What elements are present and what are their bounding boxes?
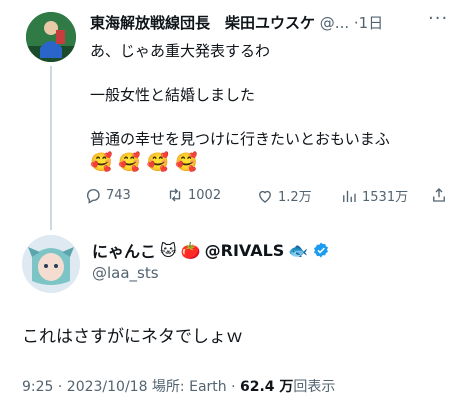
reply-name-suffix: @RIVALS — [204, 240, 285, 260]
thread-line — [50, 66, 52, 230]
reply-avatar[interactable] — [22, 235, 80, 293]
timestamp-location[interactable]: 9:25 · 2023/10/18 場所: Earth · — [22, 379, 240, 395]
parent-text-line — [90, 62, 390, 84]
parent-display-name[interactable]: 東海解放戦線団長 柴田ユウスケ — [90, 14, 315, 32]
emoji-row: 🥰 🥰 🥰 🥰 — [90, 152, 198, 174]
smiling-hearts-emoji: 🥰 — [118, 152, 141, 173]
like-icon — [259, 190, 271, 203]
smiling-hearts-emoji: 🥰 — [146, 152, 170, 173]
retweet-button[interactable]: 1002 — [166, 186, 221, 204]
reply-display-name[interactable]: にゃんこ 🐱 🍅 @RIVALS 🐟 — [92, 238, 330, 262]
smiling-hearts-emoji: 🥰 — [90, 152, 113, 173]
parent-text-line: 普通の幸せを見つけに行きたいとおもいまふ — [90, 130, 390, 148]
cat-emoji: 🐱 — [160, 240, 177, 260]
tweet-metadata: 9:25 · 2023/10/18 場所: Earth · 62.4 万回表示 — [22, 376, 335, 396]
reply-name-text: にゃんこ — [92, 242, 157, 261]
parent-text: あ、じゃあ重大発表するわ 一般女性と結婚しました 普通の幸せを見つけに行きたいと… — [90, 40, 390, 150]
like-count: 1.2万 — [278, 190, 312, 205]
views-label: 回表示 — [293, 379, 336, 395]
reply-handle[interactable]: @laa_sts — [92, 264, 159, 282]
parent-time[interactable]: 1日 — [359, 14, 384, 32]
retweet-count: 1002 — [188, 187, 222, 203]
views-number: 62.4 万 — [240, 379, 294, 395]
reply-text: これはさすがにネタでしょｗ — [22, 327, 243, 347]
parent-header: 東海解放戦線団長 柴田ユウスケ @... ·1日 — [90, 12, 383, 33]
retweet-icon — [169, 188, 181, 202]
more-options-button[interactable]: ··· — [428, 8, 448, 29]
views-icon — [343, 190, 356, 202]
reply-button[interactable]: 743 — [84, 186, 131, 204]
smiling-hearts-emoji: 🥰 — [175, 152, 198, 173]
parent-text-line: あ、じゃあ重大発表するわ — [90, 42, 271, 60]
parent-text-line: 一般女性と結婚しました — [90, 86, 256, 104]
reply-icon — [87, 189, 100, 204]
parent-text-line — [90, 106, 390, 128]
tomato-emoji: 🍅 — [180, 240, 201, 260]
share-button[interactable] — [430, 186, 448, 204]
fish-emoji: 🐟 — [288, 240, 309, 260]
reply-count: 743 — [106, 187, 131, 203]
like-button[interactable]: 1.2万 — [256, 186, 312, 205]
share-icon — [433, 188, 445, 202]
views-count: 1531万 — [362, 190, 409, 205]
action-bar: 743 1002 1.2万 1531万 — [84, 186, 454, 208]
parent-handle[interactable]: @... — [320, 14, 349, 32]
verified-icon — [314, 242, 329, 258]
views-button[interactable]: 1531万 — [340, 186, 408, 205]
parent-avatar[interactable] — [26, 12, 76, 62]
